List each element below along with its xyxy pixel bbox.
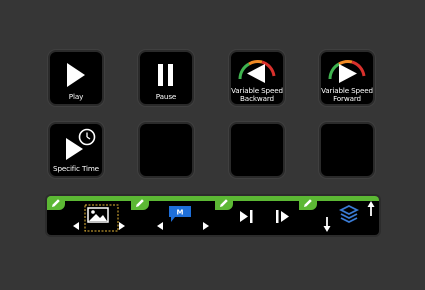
play-key-label: Play xyxy=(68,91,84,101)
play-key[interactable]: Play xyxy=(48,50,104,106)
empty-key-3[interactable] xyxy=(319,122,375,178)
dial-4[interactable] xyxy=(299,196,379,235)
marker-icon: M xyxy=(157,206,209,230)
image-select-icon xyxy=(73,204,125,232)
variable-speed-backward-key[interactable]: Variable Speed Backward xyxy=(229,50,285,106)
marker-letter: M xyxy=(177,209,184,217)
pause-key[interactable]: Pause xyxy=(138,50,194,106)
empty-key-1[interactable] xyxy=(138,122,194,178)
variable-speed-forward-key[interactable]: Variable Speed Forward xyxy=(319,50,375,106)
variable-speed-forward-key-label: Variable Speed Forward xyxy=(321,86,373,103)
dial-2[interactable]: M xyxy=(131,196,215,235)
pause-key-label: Pause xyxy=(155,91,177,101)
variable-speed-backward-key-label: Variable Speed Backward xyxy=(231,86,283,103)
frame-step-icon xyxy=(240,210,289,223)
specific-time-key-label: Specific Time xyxy=(53,163,99,173)
dial-strip: M xyxy=(45,194,381,237)
specific-time-key[interactable]: Specific Time xyxy=(48,122,104,178)
empty-key-2[interactable] xyxy=(229,122,285,178)
dial-1[interactable] xyxy=(47,196,131,235)
dial-3[interactable] xyxy=(215,196,299,235)
layers-icon xyxy=(323,201,375,232)
